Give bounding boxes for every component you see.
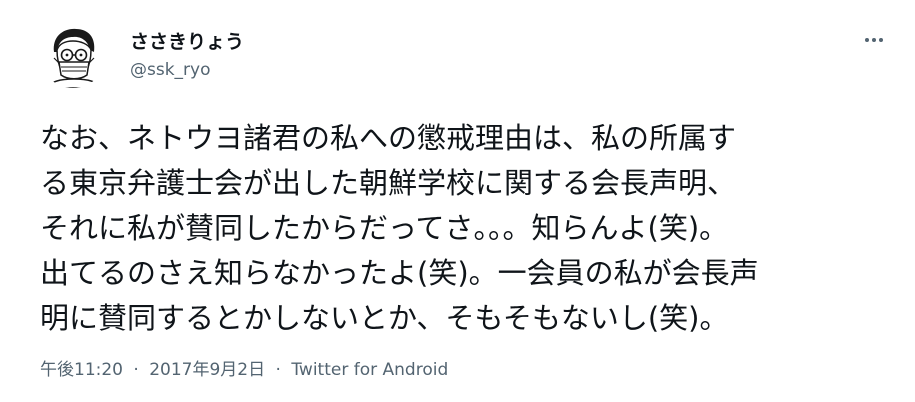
tweet-timestamp-time[interactable]: 午後11:20 [40, 360, 123, 380]
meta-separator: · [133, 360, 139, 380]
more-horizontal-icon [865, 38, 869, 42]
tweet-text: なお、ネトウヨ諸君の私への懲戒理由は、私の所属す る東京弁護士会が出した朝鮮学校… [40, 116, 872, 341]
tweet-text-line: それに私が賛同したからだってさ。。。知らんよ(笑)。 [40, 211, 729, 245]
tweet-timestamp-date[interactable]: 2017年9月2日 [149, 360, 265, 380]
author-display-name[interactable]: ささきりょう [130, 27, 244, 54]
tweet-source-link[interactable]: Twitter for Android [291, 360, 448, 380]
more-horizontal-icon-dot [872, 38, 876, 42]
tweet-text-line: なお、ネトウヨ諸君の私への懲戒理由は、私の所属す [40, 121, 737, 155]
tweet-metadata: 午後11:20 · 2017年9月2日 · Twitter for Androi… [40, 355, 448, 380]
meta-separator: · [275, 360, 281, 380]
tweet-text-line: る東京弁護士会が出した朝鮮学校に関する会長声明、 [40, 166, 737, 200]
more-options-button[interactable] [858, 28, 890, 52]
tweet: ささきりょう @ssk_ryo なお、ネトウヨ諸君の私への懲戒理由は、私の所属す… [0, 0, 915, 402]
tweet-text-line: 出てるのさえ知らなかったよ(笑)。一会員の私が会長声 [40, 256, 759, 290]
avatar[interactable] [40, 22, 106, 88]
more-horizontal-icon-dot [879, 38, 883, 42]
avatar-illustration [40, 22, 106, 88]
author-handle[interactable]: @ssk_ryo [130, 60, 211, 80]
tweet-text-line: 明に賛同するとかしないとか、そもそもないし(笑)。 [40, 301, 729, 335]
